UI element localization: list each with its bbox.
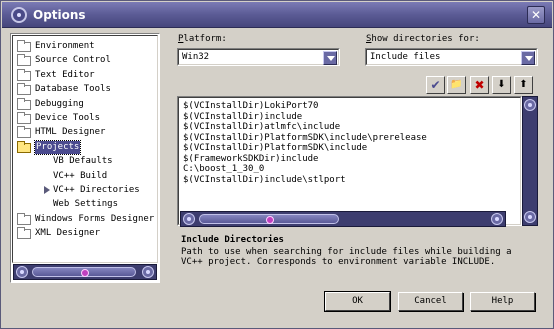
tree-list: Environment Source Control Text Editor Data… [12,35,158,263]
close-button[interactable]: ✕ [527,6,545,24]
tree-item-label: Debugging [35,98,84,109]
delete-button[interactable]: ✖ [470,76,489,94]
scroll-right-button[interactable] [491,213,503,225]
tree-item[interactable]: Text Editor [13,68,157,82]
tree-item-label: XML Designer [35,228,101,239]
tree-item-label: HTML Designer [35,127,106,138]
tree-item-label: Windows Forms Designer [35,213,155,224]
tree-horizontal-scrollbar[interactable] [13,264,157,280]
directory-row[interactable]: $(VCInstallDir)include [183,112,302,122]
move-up-button[interactable]: ⬆ [514,76,533,94]
folder-icon [17,54,31,67]
directory-row[interactable]: $(FrameworkSDKDir)include [183,154,318,164]
show-directories-combobox[interactable]: Include files [365,48,538,66]
window-title: Options [33,8,86,22]
tree-item-label: VC++ Build [53,170,108,181]
tree-item[interactable]: VC++ Build [13,170,157,183]
folder-icon [17,40,31,52]
ok-button[interactable]: OK [324,291,391,312]
directory-row[interactable]: $(VCInstallDir)PlatformSDK\include\prere… [183,133,427,143]
show-directories-value: Include files [370,52,441,62]
delete-icon: ✖ [474,78,485,92]
folder-icon [17,83,31,96]
tree-item-label: VB Defaults [53,156,113,167]
tree-item-label: Device Tools [35,113,101,123]
directory-row[interactable]: $(VCInstallDir)atlmfc\include [183,122,340,132]
scroll-thumb[interactable] [199,214,339,224]
directory-row[interactable]: $(VCInstallDir)PlatformSDK\include [183,143,367,153]
tree-item-label: Environment [35,41,95,51]
platform-label: Platform: [178,34,227,44]
tree-item-label: Database Tools [35,84,111,95]
close-icon: ✕ [530,8,542,22]
platform-value: Win32 [182,52,210,62]
title-bar[interactable]: Options ✕ [2,2,552,28]
folder-open-icon [17,140,31,153]
folder-icon [17,126,31,139]
list-vertical-scrollbar[interactable] [522,96,538,226]
tree-item-label: VC++ Directories [53,185,140,195]
tree-item[interactable]: Source Control [13,54,157,67]
folder-icon [17,112,31,124]
options-dialog: Options ✕ Environment Source Control Text … [0,0,554,329]
tree-item[interactable]: VB Defaults [13,155,157,168]
directory-row[interactable]: C:\boost_1_30_0 [183,164,264,174]
directory-row[interactable]: $(VCInstallDir)LokiPort70 [183,101,318,111]
directories-list[interactable]: $(VCInstallDir)LokiPort70 $(VCInstallDir)… [177,96,522,227]
folder-icon [17,68,31,81]
scroll-up-button[interactable] [524,99,536,111]
tree-item[interactable]: Debugging [13,97,157,111]
new-folder-icon: 📁 [450,79,463,90]
tree-item[interactable]: Environment [13,40,157,53]
tree-item[interactable]: Projects [13,139,157,155]
tree-item-label: Text Editor [35,69,95,80]
folder-icon [17,97,31,110]
list-horizontal-scrollbar[interactable] [180,211,506,227]
arrow-down-icon: ⬇ [497,79,506,90]
arrow-right-icon [44,186,50,194]
tree-item[interactable]: HTML Designer [13,126,157,139]
directory-row[interactable]: $(VCInstallDir)include\stlport [183,175,346,185]
chevron-down-icon[interactable] [521,51,535,65]
scroll-right-button[interactable] [142,266,154,278]
tree-item-label: Web Settings [53,199,119,210]
cancel-button[interactable]: Cancel [398,292,463,311]
scroll-left-button[interactable] [16,266,28,278]
scroll-down-button[interactable] [524,211,536,223]
category-tree[interactable]: Environment Source Control Text Editor Data… [10,33,160,283]
move-down-button[interactable]: ⬇ [492,76,511,94]
app-icon [11,7,27,23]
arrow-up-icon: ⬆ [519,79,528,90]
tree-item[interactable]: VC++ Directories [13,184,157,197]
folder-icon [17,212,31,225]
platform-combobox[interactable]: Win32 [177,48,340,66]
tree-item-label: Projects [33,139,82,155]
scroll-left-button[interactable] [183,213,195,225]
directories-list-inner: $(VCInstallDir)LokiPort70 $(VCInstallDir)… [178,97,521,225]
tree-item[interactable]: Database Tools [13,83,157,96]
tree-item[interactable]: Device Tools [13,112,157,125]
tree-item[interactable]: Windows Forms Designer [13,212,157,226]
check-button[interactable]: ✔ [426,76,445,94]
scroll-thumb[interactable] [32,267,136,277]
show-directories-label: Show directories for: [366,34,480,44]
tree-item-label: Source Control [35,55,111,66]
folder-icon [17,227,31,240]
chevron-down-icon[interactable] [323,51,337,65]
tree-item[interactable]: Web Settings [13,198,157,211]
description-text: Path to use when searching for include f… [181,247,512,267]
help-button[interactable]: Help [470,292,535,311]
check-icon: ✔ [430,78,441,92]
description-title: Include Directories [181,235,284,245]
tree-item[interactable]: XML Designer [13,227,157,240]
new-line-button[interactable]: 📁 [447,76,466,94]
